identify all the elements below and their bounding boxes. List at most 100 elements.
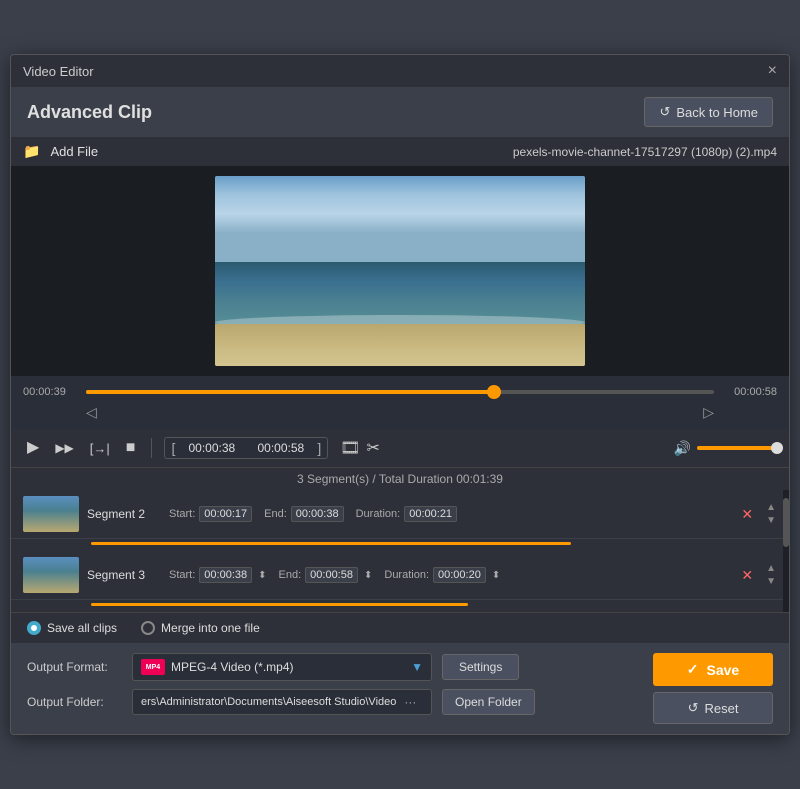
segment-3-move-down[interactable]: ▼: [765, 576, 777, 588]
title-bar: Video Editor ×: [11, 55, 789, 87]
segment-3-remove-button[interactable]: ✕: [741, 567, 753, 584]
bottom-left: Output Format: MP4 MPEG-4 Video (*.mp4) …: [27, 653, 635, 723]
format-label: Output Format:: [27, 660, 122, 674]
segment-item-2: Segment 2 Start: 00:00:17 End: 00:00:38 …: [11, 490, 789, 539]
header-row: Advanced Clip ↺ Back to Home: [11, 87, 789, 137]
volume-track[interactable]: [697, 446, 777, 450]
timeline-track[interactable]: [86, 390, 714, 394]
segment-2-name: Segment 2: [87, 507, 157, 521]
bracket-end: ]: [317, 440, 321, 456]
video-preview-area: [11, 166, 789, 376]
volume-thumb[interactable]: [771, 442, 783, 454]
video-thumbnail: [215, 176, 585, 366]
timeline-thumb[interactable]: [487, 385, 501, 399]
segment-2-end-value: 00:00:38: [291, 506, 344, 522]
add-file-button[interactable]: Add File: [50, 144, 98, 159]
folder-input[interactable]: ers\Administrator\Documents\Aiseesoft St…: [132, 689, 432, 715]
segment-2-duration-field: Duration: 00:00:21: [356, 506, 457, 522]
segment-2-end-label: End:: [264, 508, 287, 520]
scissors-icon[interactable]: ✂: [367, 438, 380, 458]
toolbar-row: 📁 Add File pexels-movie-channet-17517297…: [11, 137, 789, 166]
segment-3-end-value[interactable]: 00:00:58: [305, 567, 358, 583]
segment-2-start-label: Start:: [169, 508, 195, 520]
segment-3-reorder: ▲ ▼: [765, 563, 777, 588]
segment-3-start-field: Start: 00:00:38 ⬍: [169, 567, 267, 583]
merge-label: Merge into one file: [161, 621, 260, 635]
window-title: Video Editor: [23, 64, 94, 79]
save-button[interactable]: ✓ Save: [653, 653, 773, 686]
folder-dots-button[interactable]: ···: [404, 695, 416, 709]
segment-3-progress-row: [11, 603, 789, 612]
back-to-home-button[interactable]: ↺ Back to Home: [644, 97, 773, 127]
segment-2-remove-button[interactable]: ✕: [741, 506, 753, 523]
segments-scrollbar[interactable]: [783, 490, 789, 612]
reset-icon: ↺: [688, 700, 699, 716]
format-select[interactable]: MP4 MPEG-4 Video (*.mp4) ▼: [132, 653, 432, 681]
segment-2-move-up[interactable]: ▲: [765, 502, 777, 514]
close-button[interactable]: ×: [768, 63, 777, 79]
segment-3-end-spinner[interactable]: ⬍: [364, 570, 372, 581]
format-icon: MP4: [141, 659, 165, 675]
output-format-row: Output Format: MP4 MPEG-4 Video (*.mp4) …: [27, 653, 635, 681]
segment-3-start-label: Start:: [169, 569, 195, 581]
folder-value: ers\Administrator\Documents\Aiseesoft St…: [141, 696, 396, 708]
range-right-marker[interactable]: ▷: [703, 404, 714, 421]
film-icon[interactable]: 🎞: [340, 438, 360, 458]
fast-forward-button[interactable]: ▶▶: [51, 440, 77, 456]
segment-3-start-spinner[interactable]: ⬍: [258, 570, 266, 581]
segment-2-progress-row: [11, 542, 789, 551]
clip-end-time[interactable]: 00:00:58: [248, 441, 313, 455]
settings-button[interactable]: Settings: [442, 654, 519, 680]
scrollbar-thumb: [783, 498, 789, 547]
reset-button[interactable]: ↺ Reset: [653, 692, 773, 724]
segment-3-thumb: [23, 557, 79, 593]
timeline-progress: [86, 390, 494, 394]
segment-3-duration-spinner[interactable]: ⬍: [492, 570, 500, 581]
segment-3-move-up[interactable]: ▲: [765, 563, 777, 575]
volume-section: 🔊: [674, 440, 777, 457]
controls-row: ▶ ▶▶ [→| ■ [ 00:00:38 00:00:58 ] 🎞 ✂ 🔊: [11, 429, 789, 467]
merge-radio[interactable]: [141, 621, 155, 635]
action-buttons: ✓ Save ↺ Reset: [653, 653, 773, 724]
bottom-section: Output Format: MP4 MPEG-4 Video (*.mp4) …: [11, 643, 789, 734]
sky-layer: [215, 176, 585, 271]
segment-3-info: Segment 3 Start: 00:00:38 ⬍ End: 00:00:5…: [87, 567, 733, 583]
video-editor-window: Video Editor × Advanced Clip ↺ Back to H…: [10, 54, 790, 735]
filename-display: pexels-movie-channet-17517297 (1080p) (2…: [513, 145, 777, 159]
open-folder-button[interactable]: Open Folder: [442, 689, 535, 715]
segment-2-reorder: ▲ ▼: [765, 502, 777, 527]
segment-3-duration-value[interactable]: 00:00:20: [433, 567, 486, 583]
format-dropdown-arrow[interactable]: ▼: [411, 660, 423, 674]
segment-2-start-value: 00:00:17: [199, 506, 252, 522]
save-all-clips-radio[interactable]: [27, 621, 41, 635]
segment-3-duration-label: Duration:: [384, 569, 429, 581]
range-left-marker[interactable]: ◁: [86, 404, 97, 421]
timeline-bar-row: 00:00:39 00:00:58: [23, 382, 777, 402]
segment-3-start-value[interactable]: 00:00:38: [199, 567, 252, 583]
reset-label: Reset: [704, 701, 738, 716]
segment-2-move-down[interactable]: ▼: [765, 515, 777, 527]
timeline-start-time: 00:00:39: [23, 386, 78, 398]
folder-label: Output Folder:: [27, 695, 122, 709]
back-to-home-label: Back to Home: [676, 105, 758, 120]
video-preview: [215, 176, 585, 366]
save-all-clips-label: Save all clips: [47, 621, 117, 635]
segment-2-end-field: End: 00:00:38: [264, 506, 343, 522]
save-label: Save: [707, 662, 740, 678]
volume-icon: 🔊: [674, 440, 691, 457]
separator: [151, 438, 152, 458]
segment-2-duration-label: Duration:: [356, 508, 401, 520]
output-folder-row: Output Folder: ers\Administrator\Documen…: [27, 689, 635, 715]
save-all-clips-option[interactable]: Save all clips: [27, 621, 117, 635]
clip-start-time[interactable]: 00:00:38: [179, 441, 244, 455]
save-check-icon: ✓: [687, 661, 699, 678]
merge-option[interactable]: Merge into one file: [141, 621, 260, 635]
beach-layer: [215, 324, 585, 366]
stop-button[interactable]: ■: [122, 438, 140, 458]
play-button[interactable]: ▶: [23, 438, 43, 458]
timeline-end-time: 00:00:58: [722, 386, 777, 398]
frame-step-button[interactable]: [→|: [86, 440, 114, 457]
add-file-icon: 📁: [23, 143, 40, 160]
segment-3-end-field: End: 00:00:58 ⬍: [279, 567, 373, 583]
clip-icons: 🎞 ✂: [340, 438, 380, 458]
